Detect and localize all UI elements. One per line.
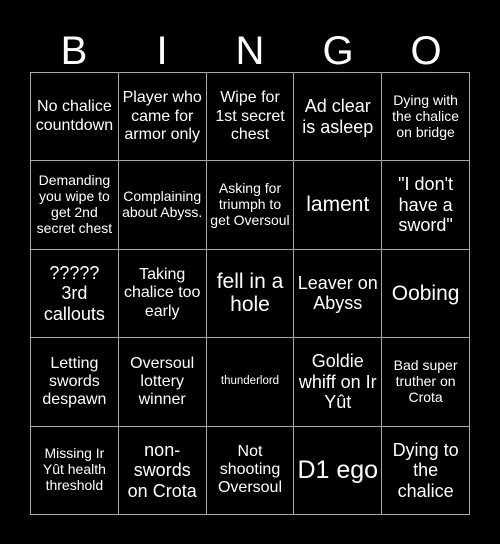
bingo-cell[interactable]: D1 ego	[294, 426, 382, 514]
bingo-cell[interactable]: Letting swords despawn	[31, 338, 118, 426]
bingo-cell[interactable]: Wipe for 1st secret chest	[206, 73, 294, 161]
bingo-cell[interactable]: lament	[294, 161, 382, 249]
bingo-cell[interactable]: Not shooting Oversoul	[206, 426, 294, 514]
header-letter-b: B	[60, 29, 88, 73]
bingo-cell[interactable]: Leaver on Abyss	[294, 249, 382, 338]
header-letter-g: G	[322, 29, 354, 73]
bingo-cell[interactable]: Oobing	[382, 249, 469, 338]
bingo-cell[interactable]: Complaining about Abyss.	[118, 161, 206, 249]
bingo-cell[interactable]: No chalice countdown	[31, 73, 118, 161]
bingo-grid: No chalice countdown Player who came for…	[30, 72, 470, 515]
header-letter-o: O	[410, 29, 442, 73]
bingo-header: B I N G O	[30, 18, 470, 72]
bingo-cell[interactable]: thunderlord	[206, 338, 294, 426]
bingo-cell[interactable]: non-swords on Crota	[118, 426, 206, 514]
bingo-cell[interactable]: Asking for triumph to get Oversoul	[206, 161, 294, 249]
header-letter-i: I	[156, 29, 168, 73]
bingo-cell[interactable]: Dying to the chalice	[382, 426, 469, 514]
bingo-cell[interactable]: Player who came for armor only	[118, 73, 206, 161]
bingo-cell[interactable]: "I don't have a sword"	[382, 161, 469, 249]
bingo-cell[interactable]: Demanding you wipe to get 2nd secret che…	[31, 161, 118, 249]
header-letter-n: N	[235, 29, 265, 73]
bingo-cell[interactable]: Dying with the chalice on bridge	[382, 73, 469, 161]
bingo-card: B I N G O No chalice countdown Player wh…	[0, 0, 500, 544]
bingo-cell[interactable]: Goldie whiff on Ir Yût	[294, 338, 382, 426]
bingo-cell[interactable]: Ad clear is asleep	[294, 73, 382, 161]
bingo-cell[interactable]: fell in a hole	[206, 249, 294, 338]
bingo-cell[interactable]: Oversoul lottery winner	[118, 338, 206, 426]
bingo-cell[interactable]: ????? 3rd callouts	[31, 249, 118, 338]
bingo-cell[interactable]: Taking chalice too early	[118, 249, 206, 338]
bingo-cell[interactable]: Bad super truther on Crota	[382, 338, 469, 426]
bingo-cell[interactable]: Missing Ir Yût health threshold	[31, 426, 118, 514]
